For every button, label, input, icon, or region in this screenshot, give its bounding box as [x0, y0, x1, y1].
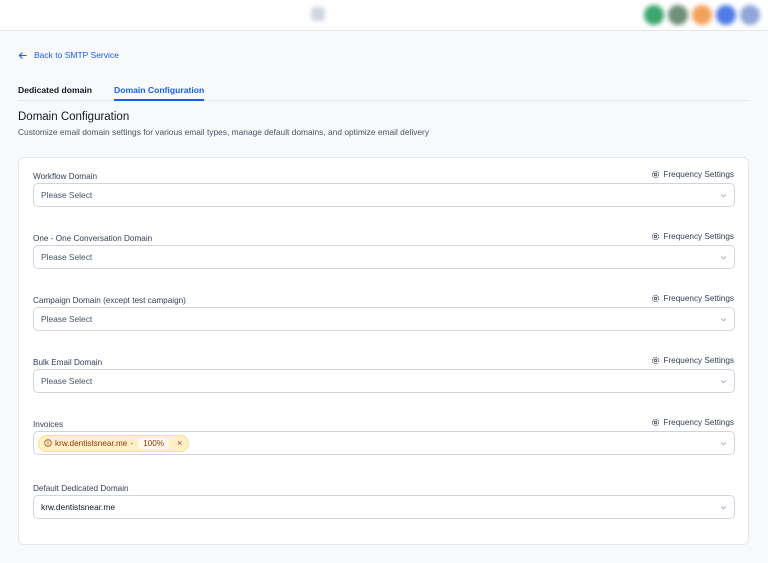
- frequency-settings-button[interactable]: Frequency Settings: [651, 356, 734, 365]
- avatar[interactable]: [668, 5, 688, 25]
- page-subtitle: Customize email domain settings for vari…: [18, 127, 430, 137]
- avatar[interactable]: [692, 5, 712, 25]
- field-label: Default Dedicated Domain: [33, 484, 129, 493]
- gear-icon: [652, 418, 660, 427]
- field-label: Invoices: [33, 420, 64, 429]
- select-placeholder: Please Select: [41, 376, 93, 386]
- chip-domain: krw.dentistsnear.me: [55, 438, 128, 448]
- frequency-settings-button[interactable]: Frequency Settings: [651, 232, 734, 241]
- field-label: One - One Conversation Domain: [33, 234, 153, 243]
- campaign-domain-select[interactable]: Please Select: [33, 307, 735, 331]
- field-label: Bulk Email Domain: [33, 358, 103, 367]
- gear-icon: [652, 170, 660, 179]
- field-label: Campaign Domain (except test campaign): [33, 296, 186, 305]
- frequency-settings-label: Frequency Settings: [663, 170, 734, 179]
- back-to-smtp-link[interactable]: Back to SMTP Service: [18, 50, 119, 60]
- chip-percent: 100%: [138, 437, 170, 449]
- arrow-left-icon: [18, 51, 27, 59]
- frequency-settings-button[interactable]: Frequency Settings: [651, 170, 734, 179]
- avatar[interactable]: [644, 5, 664, 25]
- workflow-domain-select[interactable]: Please Select: [33, 183, 735, 207]
- avatar[interactable]: [740, 5, 760, 25]
- frequency-settings-label: Frequency Settings: [663, 418, 734, 427]
- avatar[interactable]: [716, 5, 736, 25]
- frequency-settings-button[interactable]: Frequency Settings: [651, 418, 734, 427]
- gear-icon: [652, 294, 660, 303]
- domain-settings-card: Workflow Domain Frequency Settings Pleas…: [18, 157, 749, 545]
- selected-domain-chip: krw.dentistsnear.me - 100% ×: [38, 434, 190, 452]
- tab-domain-configuration[interactable]: Domain Configuration: [114, 78, 205, 101]
- select-placeholder: Please Select: [41, 252, 93, 262]
- remove-chip-icon[interactable]: ×: [177, 438, 182, 448]
- frequency-settings-label: Frequency Settings: [663, 356, 734, 365]
- warning-circle-icon: [44, 439, 52, 447]
- bulk-email-domain-select[interactable]: Please Select: [33, 369, 735, 393]
- header-avatars: [644, 5, 760, 25]
- chevron-down-icon: [720, 194, 727, 198]
- select-placeholder: Please Select: [41, 190, 93, 200]
- app-icon[interactable]: [311, 7, 325, 21]
- chevron-down-icon: [720, 442, 727, 446]
- chevron-down-icon: [720, 380, 727, 384]
- chevron-down-icon: [720, 318, 727, 322]
- chevron-down-icon: [720, 506, 727, 510]
- frequency-settings-label: Frequency Settings: [663, 294, 734, 303]
- tab-bar: Dedicated domain Domain Configuration: [18, 78, 749, 101]
- page-title: Domain Configuration: [18, 111, 130, 123]
- one-one-conversation-domain-select[interactable]: Please Select: [33, 245, 735, 269]
- frequency-settings-button[interactable]: Frequency Settings: [651, 294, 734, 303]
- field-label: Workflow Domain: [33, 172, 98, 181]
- gear-icon: [652, 356, 660, 365]
- select-value: krw.dentistsnear.me: [41, 502, 116, 512]
- select-placeholder: Please Select: [41, 314, 93, 324]
- tab-dedicated-domain[interactable]: Dedicated domain: [18, 78, 92, 101]
- gear-icon: [652, 232, 660, 241]
- back-link-label: Back to SMTP Service: [34, 50, 119, 60]
- invoices-domain-select[interactable]: krw.dentistsnear.me - 100% ×: [33, 431, 735, 455]
- frequency-settings-label: Frequency Settings: [663, 232, 734, 241]
- top-bar: [0, 0, 768, 31]
- default-dedicated-domain-select[interactable]: krw.dentistsnear.me: [33, 495, 735, 519]
- chevron-down-icon: [720, 256, 727, 260]
- chip-separator: -: [130, 438, 134, 448]
